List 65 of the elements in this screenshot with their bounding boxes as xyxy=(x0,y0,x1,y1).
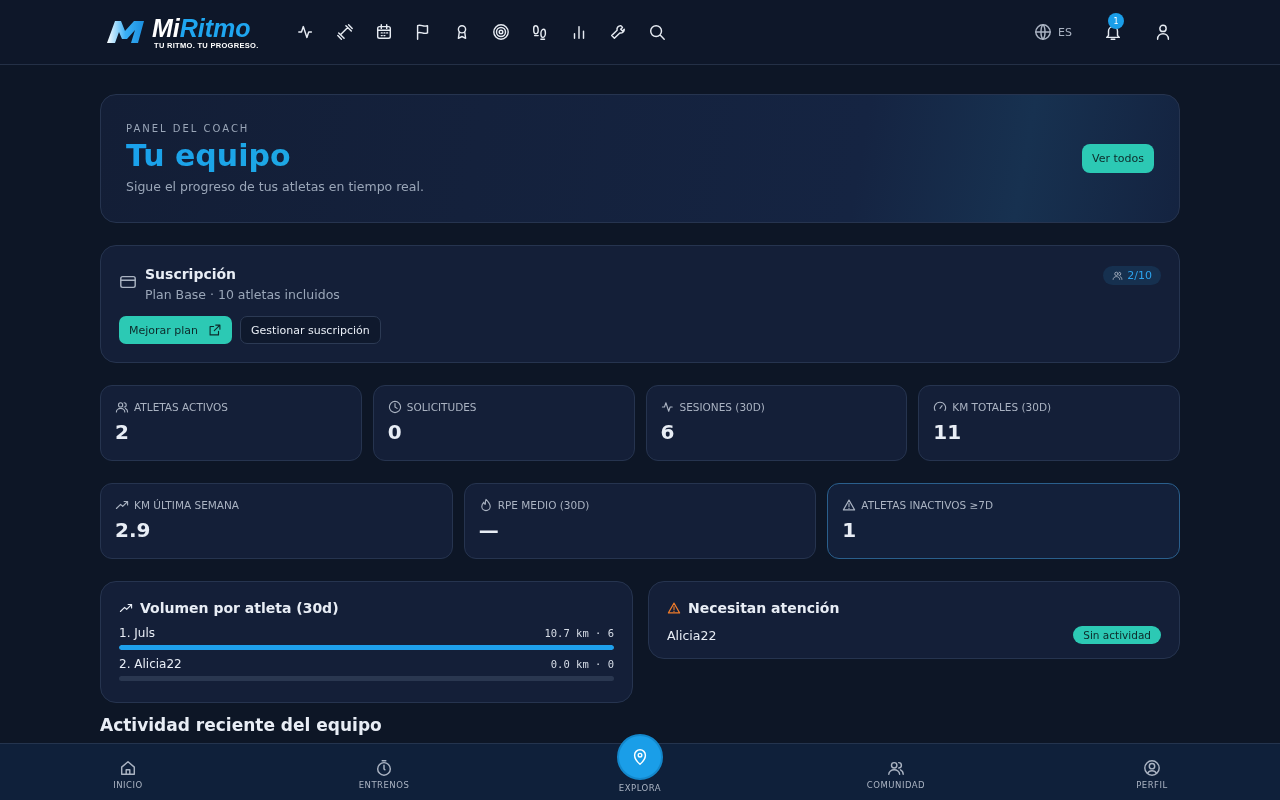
eyebrow-text: PANEL DEL COACH xyxy=(126,123,251,134)
explore-button[interactable] xyxy=(617,734,663,780)
nav-tab[interactable]: INICIO xyxy=(0,744,256,800)
users-icon xyxy=(115,400,129,414)
manage-subscription-button[interactable]: Gestionar suscripción xyxy=(240,316,381,344)
stat-label: SOLICITUDES xyxy=(406,401,477,413)
location-pin-icon xyxy=(631,748,649,766)
stat-value: 1 xyxy=(842,518,858,542)
status-tag: Sin actividad xyxy=(1073,626,1161,644)
user-icon[interactable] xyxy=(1154,23,1172,41)
trend-up-icon xyxy=(115,498,129,512)
notification-badge: 1 xyxy=(1108,13,1124,29)
stat-label: ATLETAS INACTIVOS ≥7D xyxy=(861,499,993,511)
search-icon[interactable] xyxy=(647,23,666,41)
user-circle-icon xyxy=(1143,758,1161,777)
flame-icon xyxy=(478,498,493,512)
nav-tab[interactable]: ENTRENOS xyxy=(256,744,512,800)
warning-icon xyxy=(842,498,857,512)
users-icon xyxy=(1112,270,1124,281)
globe-icon xyxy=(1034,23,1053,41)
nav-tab[interactable]: PERFIL xyxy=(1024,744,1280,800)
plan-description: Plan Base · 10 atletas incluidos xyxy=(145,287,341,302)
pulse-icon[interactable] xyxy=(296,23,315,41)
trend-up-icon xyxy=(119,601,133,615)
stat-label: RPE MEDIO (30D) xyxy=(497,499,590,511)
nav-tab[interactable]: EXPLORA xyxy=(618,783,662,793)
external-link-icon xyxy=(208,323,223,337)
dumbbell-icon[interactable] xyxy=(335,23,354,41)
stat-value: — xyxy=(478,518,500,542)
wrench-icon[interactable] xyxy=(608,23,627,41)
athlete-name: Alicia22 xyxy=(667,627,717,643)
stat-label: KM ÚLTIMA SEMANA xyxy=(134,499,240,511)
target-icon[interactable] xyxy=(491,23,510,41)
stat-value: 6 xyxy=(660,420,676,444)
subscription-title: Suscripción xyxy=(145,266,238,282)
upgrade-plan-button[interactable]: Mejorar plan xyxy=(119,316,233,344)
subtitle: Sigue el progreso de tus atletas en tiempo real. xyxy=(126,179,425,194)
view-all-button[interactable]: Ver todos xyxy=(1082,144,1154,173)
home-icon xyxy=(119,758,137,777)
usage-badge: 2/10 xyxy=(1103,266,1161,285)
stopwatch-icon xyxy=(375,758,393,777)
athlete-name: 2. Alicia22 xyxy=(119,657,182,671)
volume-reading: 10.7 km · 6 xyxy=(544,626,614,640)
stat-label: ATLETAS ACTIVOS xyxy=(134,401,228,413)
stat-value: 2.9 xyxy=(115,518,152,542)
panel-title: Volumen por atleta (30d) xyxy=(140,600,339,616)
stat-label: SESIONES (30D) xyxy=(679,401,765,413)
footprints-icon[interactable] xyxy=(530,23,549,41)
brand-name: MiRitmo xyxy=(152,14,252,41)
language-button[interactable]: ES xyxy=(1034,23,1072,41)
stat-value: 2 xyxy=(115,420,130,444)
pulse-icon xyxy=(660,400,675,414)
athlete-name: 1. Juls xyxy=(119,626,155,640)
panel-title: Necesitan atención xyxy=(688,600,840,616)
calendar-icon[interactable] xyxy=(374,23,393,41)
clock-icon xyxy=(387,400,402,414)
credit-card-icon xyxy=(119,273,137,291)
stat-label: KM TOTALES (30D) xyxy=(952,401,1052,413)
gauge-icon xyxy=(933,400,948,414)
nav-tab[interactable]: COMUNIDAD xyxy=(768,744,1024,800)
section-heading: Actividad reciente del equipo xyxy=(100,715,383,735)
stat-value: 0 xyxy=(387,420,403,444)
warning-icon xyxy=(667,601,681,615)
stat-value: 11 xyxy=(933,420,963,444)
volume-reading: 0.0 km · 0 xyxy=(550,657,614,671)
